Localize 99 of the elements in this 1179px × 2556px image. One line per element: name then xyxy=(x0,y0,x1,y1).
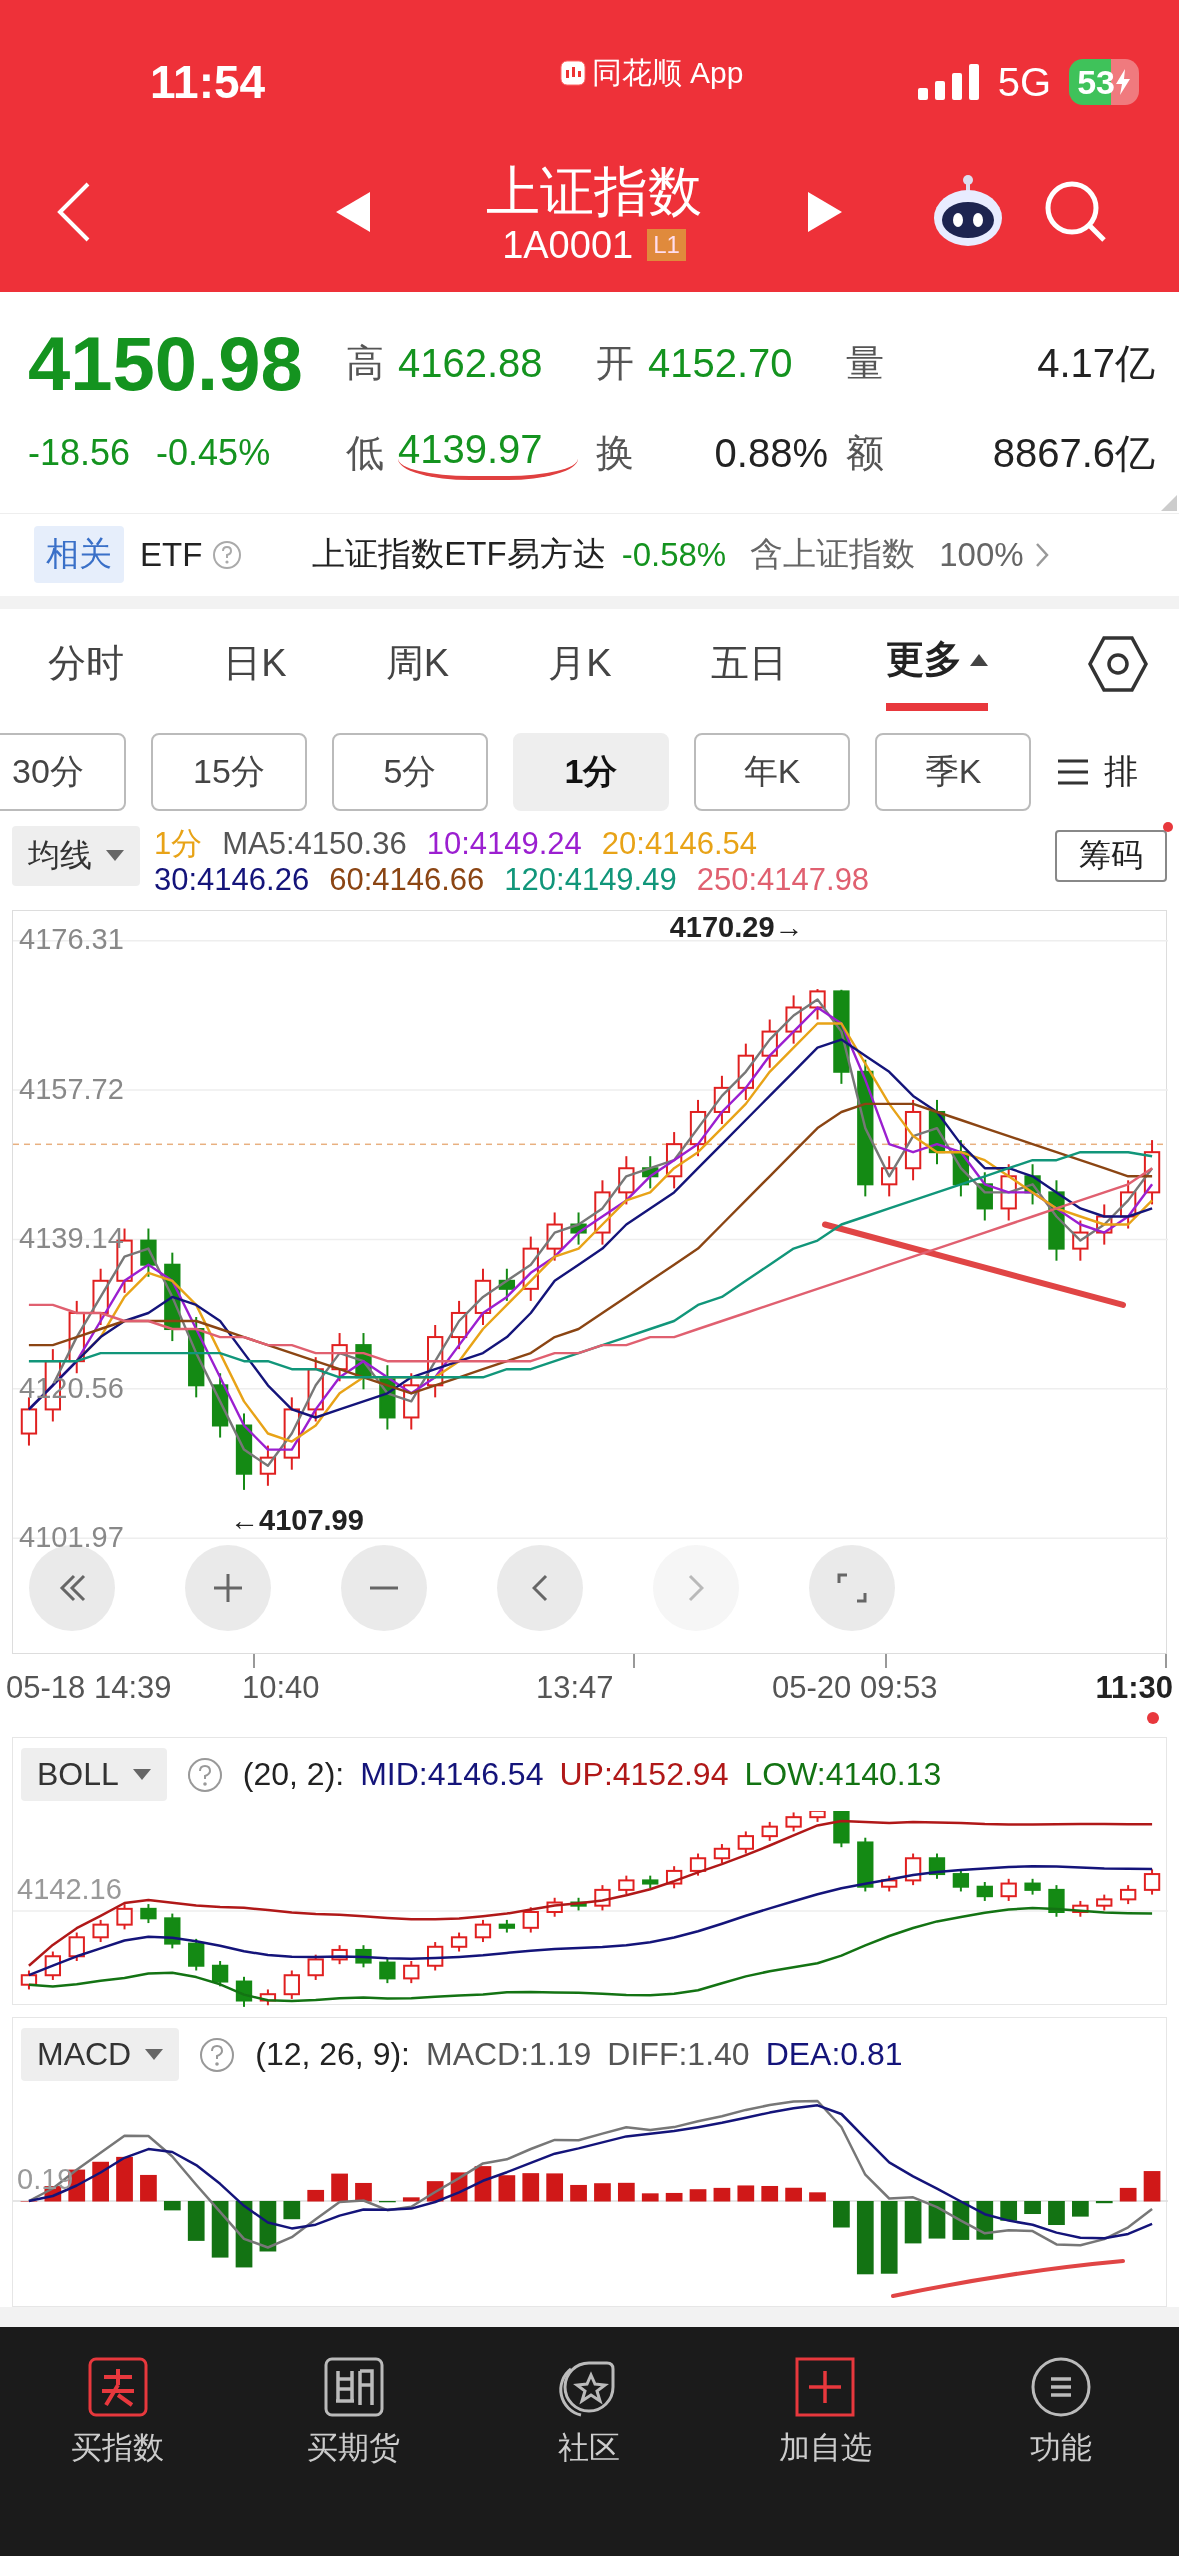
caret-up-icon xyxy=(969,653,988,666)
help-icon[interactable] xyxy=(199,2036,236,2073)
indicator-value: LOW:4140.13 xyxy=(744,1756,942,1794)
signal-icon xyxy=(917,64,980,101)
axis-label: 4176.31 xyxy=(19,923,124,957)
period-tab[interactable]: 五日 xyxy=(710,620,787,708)
period-tab[interactable]: 日K xyxy=(223,620,287,708)
time-label: 10:40 xyxy=(242,1669,321,1706)
interval-button[interactable]: 年K xyxy=(694,733,850,811)
legend-value: 250:4147.98 xyxy=(696,861,870,898)
legend-value: 60:4146.66 xyxy=(329,861,485,898)
legend-period: 1分 xyxy=(154,825,203,862)
stat-label: 低 xyxy=(345,430,385,476)
fullscreen-icon xyxy=(837,1572,867,1603)
interval-button[interactable]: 30分 xyxy=(0,733,126,811)
percent-change: -0.45% xyxy=(156,432,271,474)
stat-label: 额 xyxy=(845,430,885,476)
time-label: 05-18 14:39 xyxy=(6,1669,173,1706)
indicator-dropdown[interactable]: MACD xyxy=(21,2028,180,2082)
settings-icon[interactable] xyxy=(1086,634,1149,693)
interval-button[interactable]: 1分 xyxy=(513,733,669,811)
corner-fold-icon xyxy=(1161,494,1177,511)
level-badge: L1 xyxy=(647,229,686,262)
price-change: -18.56 xyxy=(28,432,131,474)
time-label: 13:47 xyxy=(536,1669,615,1706)
stat-value: 0.88% xyxy=(713,430,828,476)
stat-label: 量 xyxy=(845,340,885,386)
current-time-dot xyxy=(1147,1711,1159,1724)
indicator-params: (12, 26, 9): xyxy=(255,2036,410,2074)
indicator-value: MID:4146.54 xyxy=(360,1756,544,1794)
legend-value: 120:4149.49 xyxy=(504,861,677,898)
zoom-in-icon xyxy=(212,1571,244,1604)
stat-label: 换 xyxy=(595,430,635,476)
legend-value: MA5:4150.36 xyxy=(222,825,407,862)
app-logo-icon xyxy=(559,60,586,87)
interval-button[interactable]: 15分 xyxy=(151,733,307,811)
indicator-dropdown[interactable]: BOLL xyxy=(21,1748,167,1802)
interval-button[interactable]: 季K xyxy=(875,733,1031,811)
previous-icon[interactable] xyxy=(336,192,370,233)
etf-label: ETF xyxy=(140,535,203,574)
chevron-right-icon xyxy=(688,1573,704,1602)
indicator-dropdown[interactable]: 均线 xyxy=(12,825,140,886)
status-time: 11:54 xyxy=(150,55,266,110)
axis-label: 4139.14 xyxy=(19,1222,124,1256)
etf-name[interactable]: 上证指数ETF易方达 xyxy=(312,532,606,578)
legend-value: 30:4146.26 xyxy=(154,861,310,898)
zoom-out-icon xyxy=(369,1585,399,1590)
stat-value: 8867.6亿 xyxy=(991,429,1155,477)
page-title: 上证指数 xyxy=(486,159,702,223)
interval-button[interactable]: 5分 xyxy=(332,733,488,811)
next-icon[interactable] xyxy=(808,192,842,233)
stat-value: 4162.88 xyxy=(398,340,544,386)
legend-value: 20:4146.54 xyxy=(601,825,757,862)
indicator-value: DEA:0.81 xyxy=(765,2036,903,2074)
indicator-value: MACD:1.19 xyxy=(425,2036,592,2074)
nav-item[interactable]: 买指数 xyxy=(0,2355,236,2470)
sort-label[interactable]: 排 xyxy=(1104,749,1138,795)
stat-value: 4.17亿 xyxy=(1036,339,1155,387)
indicator-params: (20, 2): xyxy=(242,1756,345,1794)
time-label: 11:30 xyxy=(1094,1669,1173,1706)
charging-icon xyxy=(1115,69,1131,96)
period-tab[interactable]: 更多 xyxy=(885,616,988,712)
time-label: 05-20 09:53 xyxy=(772,1669,939,1706)
axis-label: 4142.16 xyxy=(17,1873,122,1907)
etf-change: -0.58% xyxy=(621,535,727,574)
stat-value: 4152.70 xyxy=(648,340,794,386)
help-icon[interactable] xyxy=(186,1756,223,1793)
current-price: 4150.98 xyxy=(28,319,304,407)
high-price-marker: 4170.29→ xyxy=(669,910,804,944)
nav-item[interactable]: 社区 xyxy=(471,2355,708,2470)
dropdown-icon xyxy=(132,1768,151,1781)
holding-label: 含上证指数 xyxy=(750,534,916,575)
menu-icon[interactable] xyxy=(1056,757,1090,787)
legend-value: 10:4149.24 xyxy=(426,825,582,862)
period-tab[interactable]: 分时 xyxy=(48,620,124,708)
indicator-value: DIFF:1.40 xyxy=(607,2036,750,2074)
chips-button[interactable]: 筹码 xyxy=(1055,829,1167,882)
dropdown-icon xyxy=(145,2048,164,2061)
holding-value: 100% xyxy=(939,535,1024,574)
index-code: 1A0001 xyxy=(502,223,634,267)
nav-item[interactable]: 加自选 xyxy=(707,2355,944,2470)
help-icon[interactable] xyxy=(212,539,243,570)
app-name: 同花顺 App xyxy=(591,54,744,91)
nav-item[interactable]: 功能 xyxy=(943,2355,1179,2470)
period-tab[interactable]: 周K xyxy=(385,620,449,708)
chevron-left-icon xyxy=(532,1573,548,1602)
dropdown-icon xyxy=(106,849,124,862)
stat-label: 高 xyxy=(345,340,385,386)
stat-label: 开 xyxy=(595,340,635,386)
nav-item[interactable]: 买期货 xyxy=(235,2355,472,2470)
notification-dot xyxy=(1163,821,1173,832)
period-tab[interactable]: 月K xyxy=(548,620,612,708)
network-label: 5G xyxy=(997,59,1052,105)
stat-value: 4139.97 xyxy=(398,426,578,480)
indicator-value: UP:4152.94 xyxy=(559,1756,729,1794)
low-price-marker: ←4107.99 xyxy=(230,1503,364,1537)
related-tag: 相关 xyxy=(34,526,124,584)
axis-label: 4157.72 xyxy=(19,1072,124,1106)
axis-label: 4101.97 xyxy=(19,1520,124,1554)
